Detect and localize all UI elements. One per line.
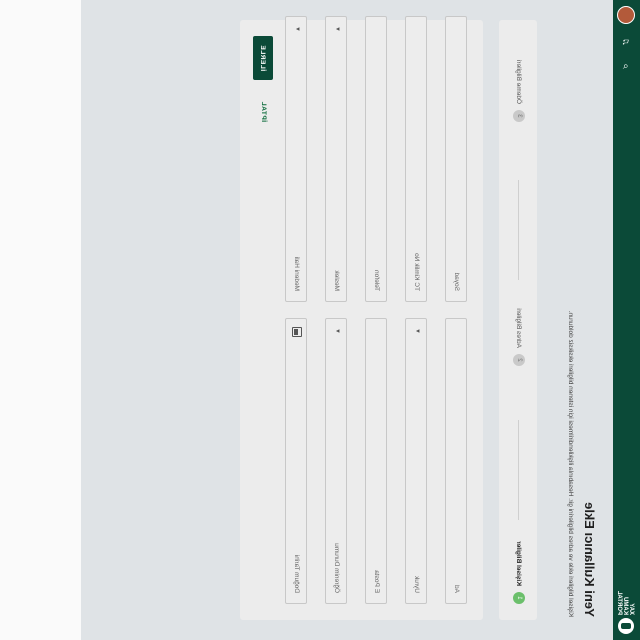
field-placeholder: Soyad	[453, 272, 460, 291]
app-logo[interactable]: XAY KAMU PORTAL	[616, 590, 636, 634]
tc-id-field[interactable]: TC Kimlik No	[405, 16, 427, 302]
step-number: 1	[513, 592, 525, 604]
field-placeholder: Telefon	[373, 270, 380, 291]
step-label: Ödeme Bilgileri	[515, 59, 523, 104]
logo-text: XAY KAMU PORTAL	[616, 590, 634, 615]
step-number: 2	[513, 354, 525, 366]
nationality-select[interactable]: Uyruk ▼	[405, 318, 427, 604]
page-description: Kişisel bilgileri ekle ve adres bilgiler…	[567, 310, 574, 617]
page-title: Yeni Kullanıcı Ekle	[582, 502, 597, 617]
field-placeholder: Öğrenim Durumu	[333, 543, 340, 593]
field-placeholder: Medeni Hali	[293, 256, 300, 291]
field-placeholder: Ad	[453, 585, 460, 593]
cancel-button[interactable]: İPTAL	[260, 101, 267, 122]
education-select[interactable]: Öğrenim Durumu ▼	[325, 318, 347, 604]
email-field[interactable]: E Posta	[365, 318, 387, 604]
bell-icon[interactable]: ♫	[620, 36, 632, 48]
field-placeholder: Uyruk	[413, 576, 420, 593]
logo-mark	[618, 618, 634, 634]
chevron-down-icon: ▼	[334, 328, 340, 334]
step-label: Adres Bilgileri	[515, 308, 523, 348]
step-personal[interactable]: 1 Kişisel Bilgiler	[513, 541, 525, 604]
step-label: Kişisel Bilgiler	[515, 541, 523, 586]
page-background-strip	[0, 0, 81, 640]
step-payment[interactable]: 3 Ödeme Bilgileri	[513, 60, 525, 122]
chevron-down-icon: ▼	[334, 26, 340, 32]
field-placeholder: TC Kimlik No	[413, 253, 420, 291]
top-header: XAY KAMU PORTAL ⌕ ♫	[613, 0, 640, 640]
last-name-field[interactable]: Soyad	[445, 16, 467, 302]
stepper: 1 Kişisel Bilgiler 2 Adres Bilgileri 3 Ö…	[499, 20, 537, 620]
marital-status-select[interactable]: Medeni Hali ▼	[285, 16, 307, 302]
birth-date-field[interactable]: Doğum Tarihi	[285, 318, 307, 604]
calendar-icon[interactable]	[292, 327, 302, 337]
search-icon[interactable]: ⌕	[620, 60, 632, 72]
next-button[interactable]: İLERLE	[253, 36, 273, 80]
field-placeholder: Meslek	[333, 270, 340, 291]
phone-field[interactable]: Telefon	[365, 16, 387, 302]
header-icons: ⌕ ♫	[617, 6, 635, 72]
step-number: 3	[513, 110, 525, 122]
page-root: XAY KAMU PORTAL ⌕ ♫ Yeni Kullanıcı Ekle …	[0, 0, 640, 640]
step-address[interactable]: 2 Adres Bilgileri	[513, 308, 525, 366]
field-placeholder: Doğum Tarihi	[293, 554, 300, 593]
occupation-select[interactable]: Meslek ▼	[325, 16, 347, 302]
step-divider	[518, 180, 519, 280]
first-name-field[interactable]: Ad	[445, 318, 467, 604]
main-content: Yeni Kullanıcı Ekle Kişisel bilgileri ek…	[0, 0, 613, 640]
user-avatar[interactable]	[617, 6, 635, 24]
personal-info-form: Ad Uyruk ▼ E Posta Öğrenim Durumu ▼ Doğu…	[240, 16, 483, 620]
chevron-down-icon: ▼	[414, 328, 420, 334]
step-divider	[518, 420, 519, 520]
chevron-down-icon: ▼	[294, 26, 300, 32]
field-placeholder: E Posta	[373, 570, 380, 593]
